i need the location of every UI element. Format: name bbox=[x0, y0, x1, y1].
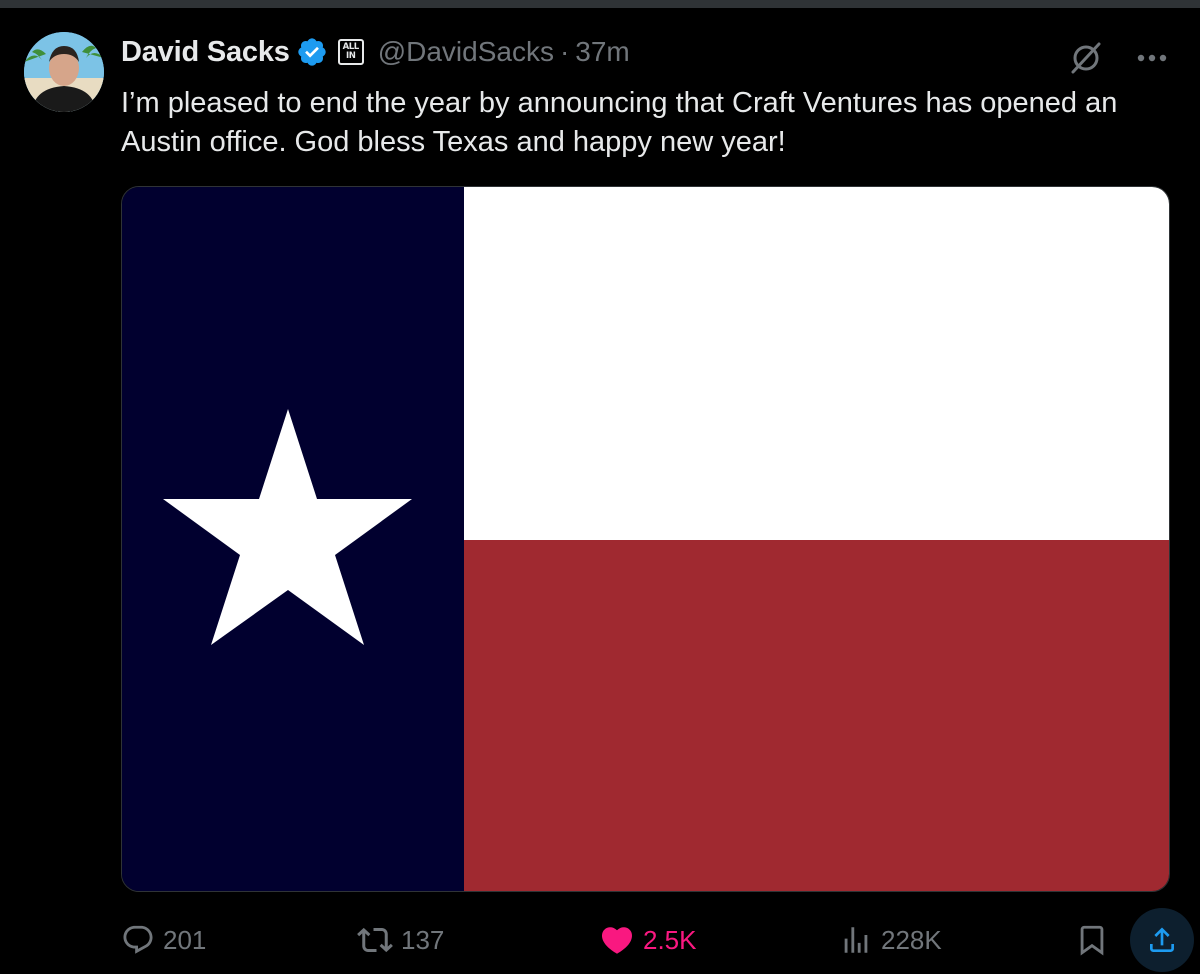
view-count: 228K bbox=[881, 924, 942, 955]
reply-button[interactable]: 201 bbox=[121, 916, 206, 964]
repost-count: 137 bbox=[401, 924, 445, 955]
tweet-media[interactable] bbox=[121, 186, 1170, 892]
top-divider bbox=[0, 0, 1200, 8]
header-actions bbox=[1066, 38, 1170, 78]
more-options-icon[interactable] bbox=[1134, 40, 1170, 76]
bookmark-button[interactable] bbox=[1075, 916, 1117, 964]
reply-count: 201 bbox=[163, 924, 207, 955]
views-chart-icon bbox=[844, 927, 868, 953]
tweet-text: I’m pleased to end the year by announcin… bbox=[121, 87, 1118, 158]
repost-icon bbox=[357, 927, 393, 953]
affiliate-badge-icon[interactable]: ALL IN bbox=[337, 39, 364, 65]
separator: · bbox=[559, 36, 570, 67]
share-button[interactable] bbox=[1130, 908, 1194, 972]
share-upload-icon bbox=[1150, 927, 1174, 952]
tweet[interactable]: David Sacks ALL IN @DavidSacks · 37m I’m… bbox=[0, 8, 1200, 974]
tweet-header: David Sacks ALL IN @DavidSacks · 37m bbox=[121, 34, 630, 70]
repost-button[interactable]: 137 bbox=[357, 916, 444, 964]
heart-icon bbox=[601, 927, 633, 954]
timestamp[interactable]: 37m bbox=[575, 36, 629, 68]
views-button[interactable]: 228K bbox=[839, 916, 942, 964]
tweet-actions: 201 137 2.5K 228K bbox=[121, 908, 1194, 972]
avatar[interactable] bbox=[24, 32, 104, 112]
affiliate-badge-line2: IN bbox=[345, 51, 356, 61]
display-name[interactable]: David Sacks bbox=[121, 36, 290, 69]
like-button[interactable]: 2.5K bbox=[599, 916, 697, 964]
like-count: 2.5K bbox=[643, 924, 697, 955]
grok-icon[interactable] bbox=[1066, 38, 1106, 78]
user-handle[interactable]: @DavidSacks bbox=[378, 36, 554, 68]
reply-icon bbox=[123, 925, 153, 954]
bookmark-icon bbox=[1080, 925, 1104, 956]
texas-flag-icon bbox=[122, 187, 1169, 891]
profile-photo-icon bbox=[24, 32, 104, 112]
verified-badge-icon[interactable] bbox=[296, 36, 328, 68]
